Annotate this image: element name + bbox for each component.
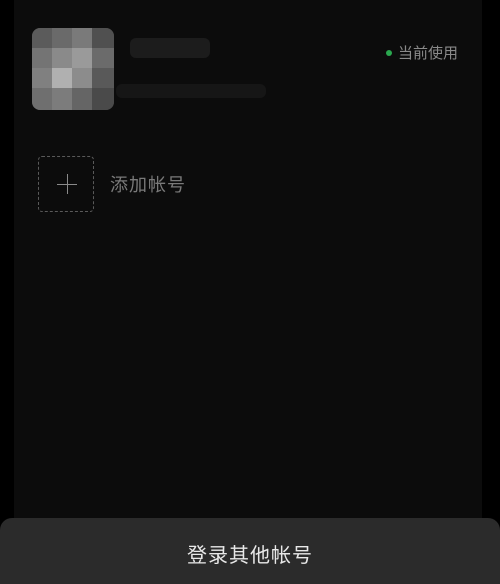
current-badge-label: 当前使用	[397, 44, 458, 62]
account-switch-screen: 当前使用 添加帐号 登录其他帐号	[0, 0, 500, 584]
current-account-badge: 当前使用	[385, 42, 458, 63]
account-name-blurred	[130, 38, 210, 58]
bottom-sheet: 登录其他帐号	[0, 518, 500, 584]
add-account-label: 添加帐号	[110, 175, 186, 196]
status-dot-icon	[385, 49, 392, 56]
account-list-panel: 当前使用 添加帐号	[14, 0, 482, 520]
login-other-account-button[interactable]: 登录其他帐号	[0, 518, 500, 584]
avatar	[32, 28, 114, 110]
account-subtitle-blurred	[116, 84, 266, 98]
add-account-row[interactable]: 添加帐号	[14, 152, 482, 216]
login-other-account-label: 登录其他帐号	[187, 542, 313, 567]
current-account-row[interactable]: 当前使用	[14, 12, 482, 110]
add-account-plus-icon[interactable]	[38, 156, 94, 212]
